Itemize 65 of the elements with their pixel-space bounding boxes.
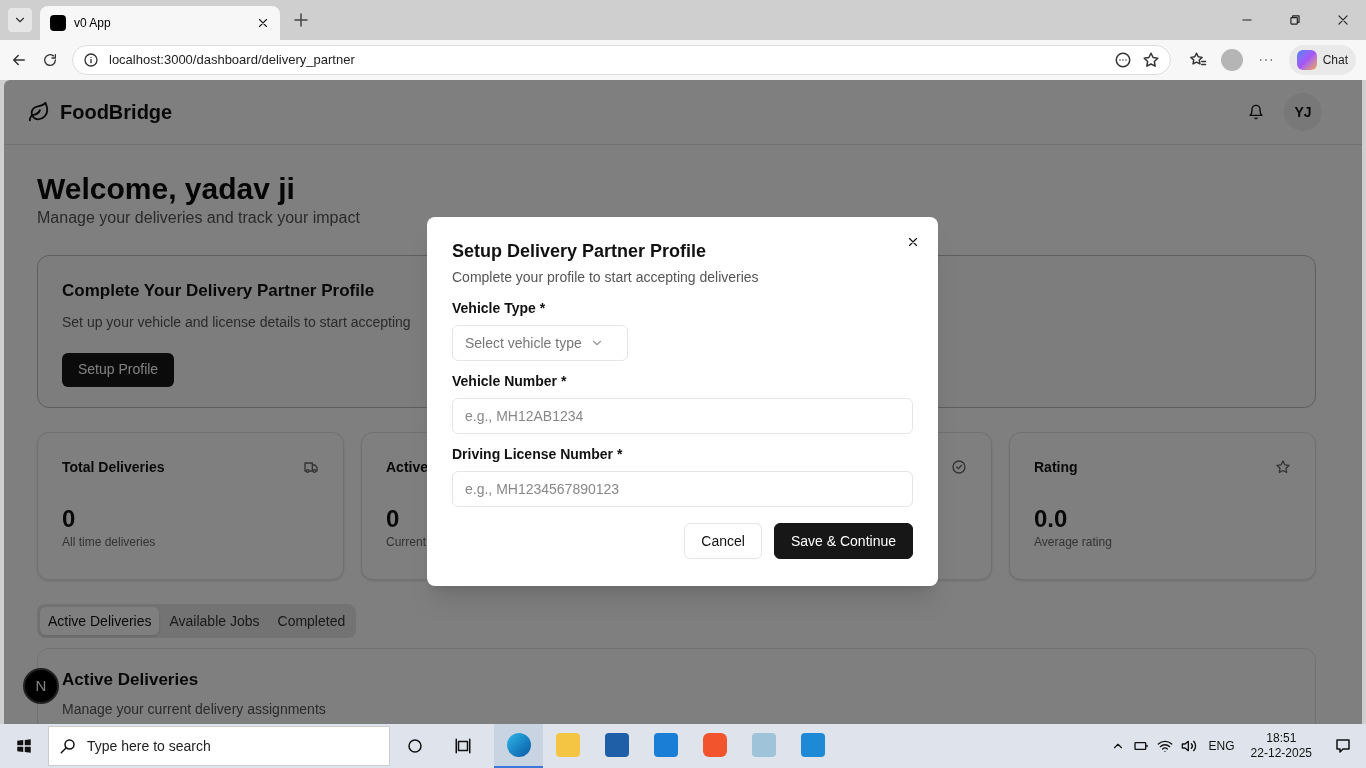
card-text: Set up your vehicle and license details to start accepting — [62, 312, 411, 332]
speaker-icon[interactable] — [1180, 738, 1197, 754]
field-label: Vehicle Number * — [452, 372, 568, 391]
welcome-subtitle: Manage your deliveries and track your impact — [37, 208, 361, 228]
cancel-button[interactable]: Cancel — [684, 523, 762, 559]
stat-value: 0 — [62, 505, 77, 533]
bell-icon[interactable] — [1248, 104, 1264, 120]
star-icon — [1275, 459, 1291, 475]
address-bar[interactable]: localhost:3000/dashboard/delivery_partner — [72, 45, 1171, 75]
tab-list-button[interactable] — [8, 8, 32, 32]
select-placeholder: Select vehicle type — [465, 333, 582, 353]
dialog-title: Setup Delivery Partner Profile — [452, 240, 708, 263]
dashboard-tab[interactable]: Active Deliveries — [40, 607, 160, 635]
dashboard-tab[interactable]: Completed — [269, 607, 354, 635]
info-icon — [83, 52, 99, 68]
stat-caption: All time deliveries — [62, 534, 157, 551]
stat-value: 0.0 — [1034, 505, 1069, 533]
check-circle-icon — [951, 459, 967, 475]
user-avatar[interactable]: YJ — [1284, 93, 1322, 131]
windows-start-icon[interactable] — [15, 737, 33, 755]
cortana-circle-icon[interactable] — [406, 737, 424, 755]
stat-caption: Average rating — [1034, 534, 1113, 551]
clock-date[interactable]: 22-12-2025 — [1250, 746, 1312, 761]
stat-title: Total Deliveries — [62, 457, 165, 477]
text-input-field[interactable]: e.g., MH12AB1234 — [452, 398, 913, 434]
star-icon[interactable] — [1141, 51, 1160, 69]
stat-title: Rating — [1034, 457, 1078, 477]
clock-time[interactable]: 18:51 — [1266, 731, 1297, 746]
vehicle-type-select[interactable]: Select vehicle type — [452, 325, 628, 361]
section-title: Active Deliveries — [62, 669, 199, 691]
notification-icon[interactable] — [1334, 737, 1352, 755]
wifi-icon[interactable] — [1156, 738, 1173, 754]
section-subtitle: Manage your current delivery assignments — [62, 699, 326, 719]
stat-caption: Current — [386, 534, 427, 551]
close-icon[interactable] — [256, 16, 270, 30]
field-label: Driving License Number * — [452, 445, 624, 464]
text-input-field[interactable]: e.g., MH1234567890123 — [452, 471, 913, 507]
card-title: Complete Your Delivery Partner Profile — [62, 280, 375, 302]
new-tab-icon[interactable] — [292, 11, 310, 29]
reload-icon[interactable] — [42, 52, 58, 68]
nextjs-dev-badge[interactable]: N — [23, 668, 59, 704]
stat-title: Active — [386, 457, 429, 477]
search-placeholder: Type here to search — [87, 736, 211, 756]
save-continue-button[interactable]: Save & Continue — [773, 523, 913, 559]
dialog-description: Complete your profile to start accepting deliveries — [452, 268, 760, 287]
close-icon[interactable] — [906, 235, 920, 249]
dashboard-tab[interactable]: Available Jobs — [161, 607, 268, 635]
welcome-heading: Welcome, yadav ji — [37, 171, 296, 207]
more-circle-icon[interactable] — [1113, 51, 1132, 69]
search-icon — [59, 737, 77, 755]
browser-tab[interactable]: v0 App — [40, 6, 280, 40]
leaf-icon — [28, 101, 50, 123]
language-indicator[interactable]: ENG — [1208, 737, 1235, 755]
taskbar-search-field[interactable]: Type here to search — [48, 726, 390, 766]
field-label: Vehicle Type * — [452, 299, 547, 318]
chat-button[interactable]: Chat — [1288, 45, 1356, 75]
url-text: localhost:3000/dashboard/delivery_partner — [109, 51, 356, 70]
truck-icon — [303, 459, 319, 475]
setup-profile-button[interactable]: Setup Profile — [62, 352, 175, 387]
task-view-icon[interactable] — [454, 737, 472, 755]
stat-value: 0 — [386, 505, 401, 533]
restore-icon[interactable] — [1288, 13, 1302, 27]
tab-title: v0 App — [74, 15, 112, 32]
close-icon[interactable] — [1336, 13, 1350, 27]
brand-name: FoodBridge — [60, 100, 173, 125]
